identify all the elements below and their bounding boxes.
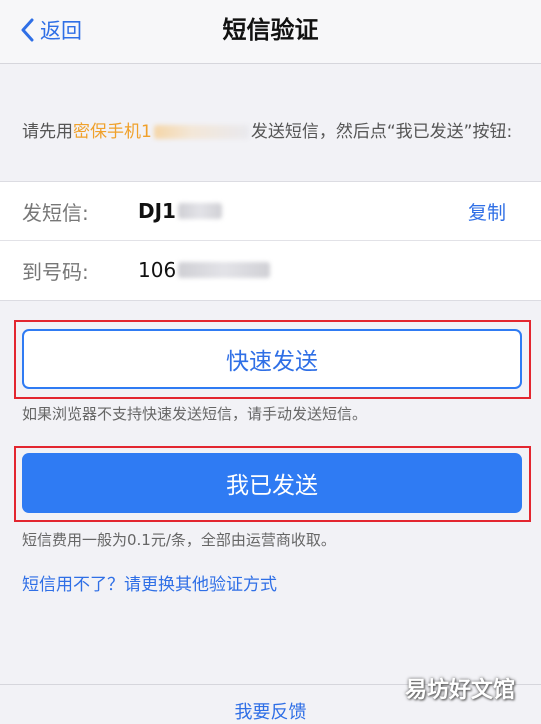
alternative-verification-link[interactable]: 短信用不了？请更换其他验证方式 — [22, 570, 277, 595]
masked-phone — [153, 125, 249, 139]
nav-bar: 返回 短信验证 — [0, 0, 541, 64]
page-title: 短信验证 — [222, 16, 319, 44]
sms-info-card: 发短信: DJ1 复制 到号码: 106 — [0, 181, 541, 301]
quick-send-hint: 如果浏览器不支持快速发送短信，请手动发送短信。 — [22, 405, 368, 423]
instruction-highlight: 密保手机1 — [73, 122, 152, 142]
instruction-suffix: 发送短信，然后点“我已发送”按钮: — [250, 122, 513, 142]
instruction-prefix: 请先用 — [22, 122, 73, 142]
instruction-text: 请先用密保手机1 发送短信，然后点“我已发送”按钮: — [22, 118, 532, 146]
masked-number — [178, 262, 271, 278]
watermark: 易坊好文馆 — [404, 678, 515, 703]
sms-target-row: 到号码: 106 — [0, 241, 541, 299]
sms-target-label: 到号码: — [22, 259, 89, 284]
sms-content-value: DJ1 — [138, 199, 222, 223]
masked-content — [177, 203, 222, 219]
sent-button[interactable]: 我已发送 — [22, 453, 522, 513]
copy-button[interactable]: 复制 — [468, 198, 506, 225]
sms-content-label: 发短信: — [22, 200, 89, 225]
sms-target-text: 106 — [138, 258, 177, 282]
sms-content-row: 发短信: DJ1 复制 — [0, 182, 541, 240]
sms-fee-hint: 短信费用一般为0.1元/条，全部由运营商收取。 — [22, 531, 336, 549]
quick-send-button[interactable]: 快速发送 — [22, 329, 522, 389]
sms-content-text: DJ1 — [138, 199, 176, 223]
sms-target-value: 106 — [138, 258, 271, 282]
